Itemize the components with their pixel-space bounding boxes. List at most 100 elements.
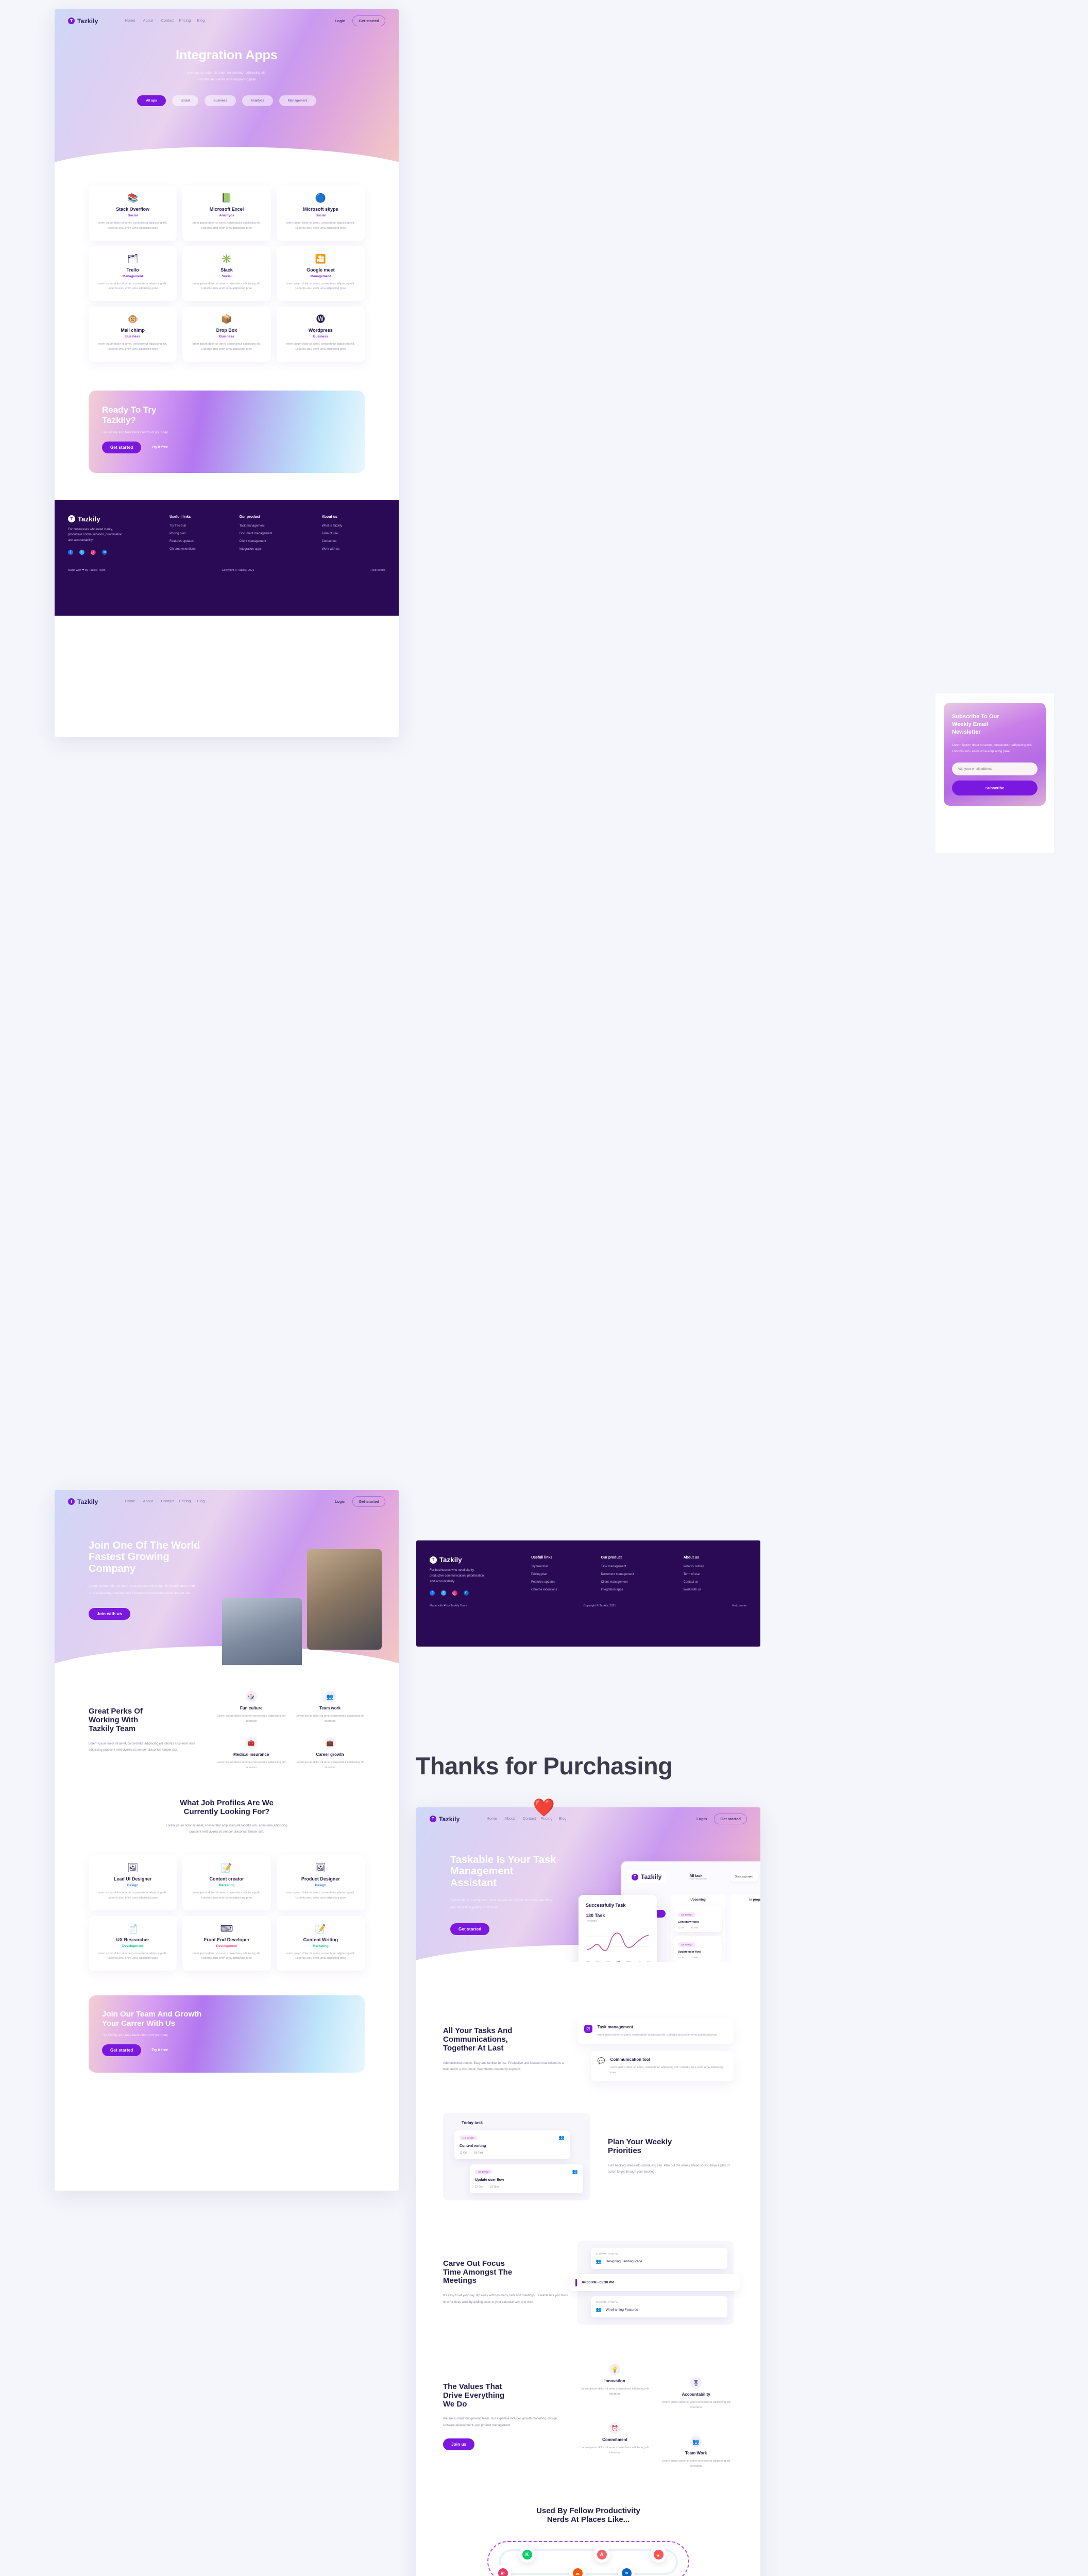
job-card[interactable]: ⌨ Front End Developer Development orem i…: [182, 1916, 271, 1971]
app-card[interactable]: 📦 Drop Box Business orem ipsum dolor sit…: [182, 307, 271, 362]
job-card[interactable]: 🖼 Product Designer Design orem ipsum dol…: [276, 1855, 365, 1910]
task-card[interactable]: UX Design 👥 Update user flow 12 Oct 1/3 …: [470, 2164, 583, 2194]
filter-analitycs[interactable]: Analitycs: [242, 95, 273, 106]
nav-item-pricing[interactable]: Pricing: [179, 1499, 191, 1504]
nav-item-pricing[interactable]: Pricing: [179, 19, 191, 23]
login-link[interactable]: Login: [335, 1499, 345, 1504]
integration-hero: T Tazkily Home About Contact Pricing Blo…: [55, 9, 399, 164]
filter-social[interactable]: Social: [172, 95, 199, 106]
footer-link[interactable]: Client management: [601, 1581, 677, 1584]
footer-help-center-link[interactable]: Help center: [370, 569, 385, 572]
nav-item-blog[interactable]: Blog: [197, 1499, 205, 1504]
login-link[interactable]: Login: [696, 1817, 707, 1821]
footer-link[interactable]: Chrome extentions: [531, 1588, 594, 1591]
linkedin-icon[interactable]: in: [102, 550, 107, 555]
nav-item-home[interactable]: Home: [487, 1817, 497, 1821]
filter-management[interactable]: Management: [279, 95, 316, 106]
footer-link[interactable]: Try free trial: [169, 524, 233, 528]
footer-link[interactable]: Try free trial: [531, 1565, 594, 1568]
calendar-event[interactable]: 05:30 PM - 07:30 PM 👥 Wireframing Featur…: [590, 2296, 727, 2318]
dashboard-project-select[interactable]: Saascuy project: [730, 1872, 758, 1882]
instagram-icon[interactable]: i: [452, 1590, 457, 1596]
nav-item-contact[interactable]: Contact: [161, 1499, 175, 1504]
job-card[interactable]: 📝 Content Writing Marketing orem ipsum d…: [276, 1916, 365, 1971]
footer-link[interactable]: Pricing plan: [531, 1573, 594, 1576]
login-link[interactable]: Login: [335, 19, 345, 23]
app-card[interactable]: 🅦 Wordpress Business orem ipsum dolor si…: [276, 307, 365, 362]
nav-item-home[interactable]: Home: [125, 19, 135, 23]
join-cta-get-started-button[interactable]: Get started: [102, 2044, 142, 2057]
nav-item-contact[interactable]: Contact: [161, 19, 175, 23]
calendar-event[interactable]: 01:00 PM - 04:30 PM 👥 Designing Landing …: [590, 2248, 727, 2269]
task-card[interactable]: UX Design 👥 Content writing 12 Oct 3/8 T…: [454, 2130, 570, 2160]
twitter-icon[interactable]: t: [79, 550, 84, 555]
brand-logo[interactable]: T Tazkily: [430, 1816, 460, 1823]
get-started-button[interactable]: Get started: [352, 1496, 385, 1507]
app-card[interactable]: 📗 Microsoft Excel Analitycs orem ipsum d…: [182, 185, 271, 241]
nav-item-about[interactable]: About: [143, 19, 154, 23]
facebook-icon[interactable]: f: [430, 1590, 435, 1596]
cta-try-free-link[interactable]: Try it free: [151, 446, 168, 449]
app-card[interactable]: 🗂 Trello Management orem ipsum dolor sit…: [89, 246, 177, 301]
footer-link[interactable]: Work with us: [684, 1588, 747, 1591]
footer-link[interactable]: Client management: [240, 540, 316, 543]
footer-help-center-link[interactable]: Help center: [732, 1604, 747, 1607]
dashboard-filter[interactable]: All task: [690, 1874, 707, 1878]
cta-subtitle: Try Tazkily and take back control of you…: [102, 431, 168, 435]
footer-brand-logo[interactable]: T Tazkily: [430, 1556, 525, 1564]
calendar-event-active[interactable]: 04:30 PM - 05:30 PM: [570, 2274, 740, 2292]
footer-link[interactable]: Pricing plan: [169, 532, 233, 535]
facebook-icon[interactable]: f: [68, 550, 73, 555]
join-with-us-button[interactable]: Join with us: [89, 1608, 130, 1620]
nav-item-blog[interactable]: Blog: [559, 1817, 567, 1821]
get-started-button[interactable]: Get started: [714, 1814, 747, 1824]
footer-link[interactable]: Task management: [601, 1565, 677, 1568]
footer-link[interactable]: Contact us: [684, 1581, 747, 1584]
join-cta-try-free-link[interactable]: Try it free: [151, 2048, 168, 2052]
app-card[interactable]: 🔵 Microsoft skype Social orem ipsum dolo…: [276, 185, 365, 241]
footer-link[interactable]: Contact us: [322, 540, 385, 543]
app-card[interactable]: 🐵 Mail chimp Business orem ipsum dolor s…: [89, 307, 177, 362]
footer-link[interactable]: Term of use: [322, 532, 385, 535]
footer-link[interactable]: Term of use: [684, 1573, 747, 1576]
app-card[interactable]: 🎦 Google meet Management orem ipsum dolo…: [276, 246, 365, 301]
footer-link[interactable]: Document management: [601, 1573, 677, 1576]
email-field[interactable]: [952, 762, 1038, 776]
nav-item-blog[interactable]: Blog: [197, 19, 205, 23]
footer-link[interactable]: What is Tazkily: [322, 524, 385, 528]
app-card[interactable]: 📚 Stack Overflow Social orem ipsum dolor…: [89, 185, 177, 241]
nav-item-about[interactable]: About: [143, 1499, 154, 1504]
brand-logo[interactable]: T Tazkily: [68, 1498, 98, 1505]
instagram-icon[interactable]: i: [91, 550, 96, 555]
footer-link[interactable]: Work with us: [322, 548, 385, 551]
nav-item-home[interactable]: Home: [125, 1499, 135, 1504]
app-card[interactable]: ✳️ Slack Social orem ipsum dolor sit ame…: [182, 246, 271, 301]
twitter-icon[interactable]: t: [441, 1590, 446, 1596]
job-card[interactable]: 🖼 Lead UI Designer Design orem ipsum dol…: [89, 1855, 177, 1910]
footer-link[interactable]: Chrome extentions: [169, 548, 233, 551]
footer-link[interactable]: Integration apps: [601, 1588, 677, 1591]
subscribe-button[interactable]: Subscribe: [952, 781, 1038, 796]
footer-link[interactable]: Integration apps: [240, 548, 316, 551]
filter-business[interactable]: Business: [205, 95, 236, 106]
job-card[interactable]: 📝 Content creator Marketing orem ipsum d…: [182, 1855, 271, 1910]
cta-get-started-button[interactable]: Get started: [102, 442, 142, 454]
footer-link[interactable]: Task management: [240, 524, 316, 528]
nav-item-about[interactable]: About: [505, 1817, 515, 1821]
values-join-us-button[interactable]: Join us: [443, 2438, 475, 2450]
footer-link[interactable]: What is Tazkily: [684, 1565, 747, 1568]
linkedin-icon[interactable]: in: [464, 1590, 469, 1596]
job-card[interactable]: 📄 UX Researcher Development orem ipsum d…: [89, 1916, 177, 1971]
get-started-button[interactable]: Get started: [352, 15, 385, 26]
footer-link[interactable]: Features updates: [531, 1581, 594, 1584]
logos-section: Used By Fellow Productivity Nerds At Pla…: [416, 2469, 760, 2576]
footer-link[interactable]: Features updates: [169, 540, 233, 543]
footer-brand-logo[interactable]: T Tazkily: [68, 515, 163, 523]
perks-title-line3: Tazkily Team: [89, 1724, 136, 1733]
brand-logo[interactable]: T Tazkily: [68, 18, 98, 25]
nav-item-pricing[interactable]: Pricing: [541, 1817, 553, 1821]
filter-all-aps[interactable]: All aps: [137, 95, 166, 106]
footer-link[interactable]: Document management: [240, 532, 316, 535]
nav-item-contact[interactable]: Contact: [523, 1817, 536, 1821]
home-get-started-button[interactable]: Get started: [450, 1923, 490, 1936]
